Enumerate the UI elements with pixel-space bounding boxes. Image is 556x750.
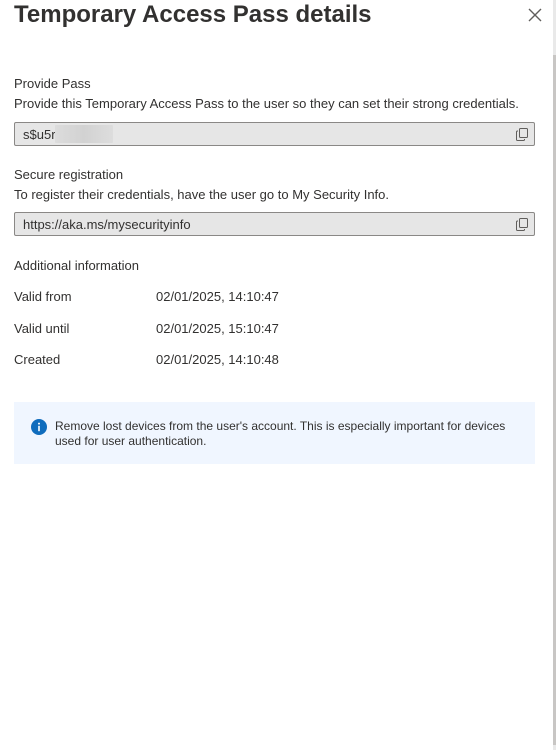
valid-until-value: 02/01/2025, 15:10:47 [156, 321, 279, 336]
details-panel: Temporary Access Pass details Provide Pa… [0, 0, 553, 750]
copy-icon [516, 217, 528, 231]
copy-icon [516, 127, 528, 141]
info-banner: Remove lost devices from the user's acco… [14, 402, 535, 464]
close-icon [528, 8, 542, 22]
registration-url-input[interactable] [15, 213, 505, 235]
provide-pass-description: Provide this Temporary Access Pass to th… [14, 96, 519, 111]
created-value: 02/01/2025, 14:10:48 [156, 352, 279, 367]
secure-registration-description: To register their credentials, have the … [14, 187, 390, 202]
info-icon [31, 419, 47, 435]
valid-from-label: Valid from [14, 289, 72, 304]
valid-until-label: Valid until [14, 321, 70, 336]
additional-info-heading: Additional information [14, 258, 140, 273]
registration-url-field [14, 212, 535, 236]
panel-title: Temporary Access Pass details [14, 1, 372, 28]
banner-text: Remove lost devices from the user's acco… [55, 419, 506, 448]
secure-registration-label: Secure registration [14, 167, 124, 182]
created-label: Created [14, 352, 61, 367]
close-button[interactable] [525, 5, 545, 25]
copy-url-button[interactable] [514, 216, 530, 232]
copy-pass-button[interactable] [514, 126, 530, 142]
valid-from-value: 02/01/2025, 14:10:47 [156, 289, 279, 304]
pass-field [14, 122, 535, 146]
redaction-blur [55, 125, 113, 143]
provide-pass-label: Provide Pass [14, 76, 91, 91]
